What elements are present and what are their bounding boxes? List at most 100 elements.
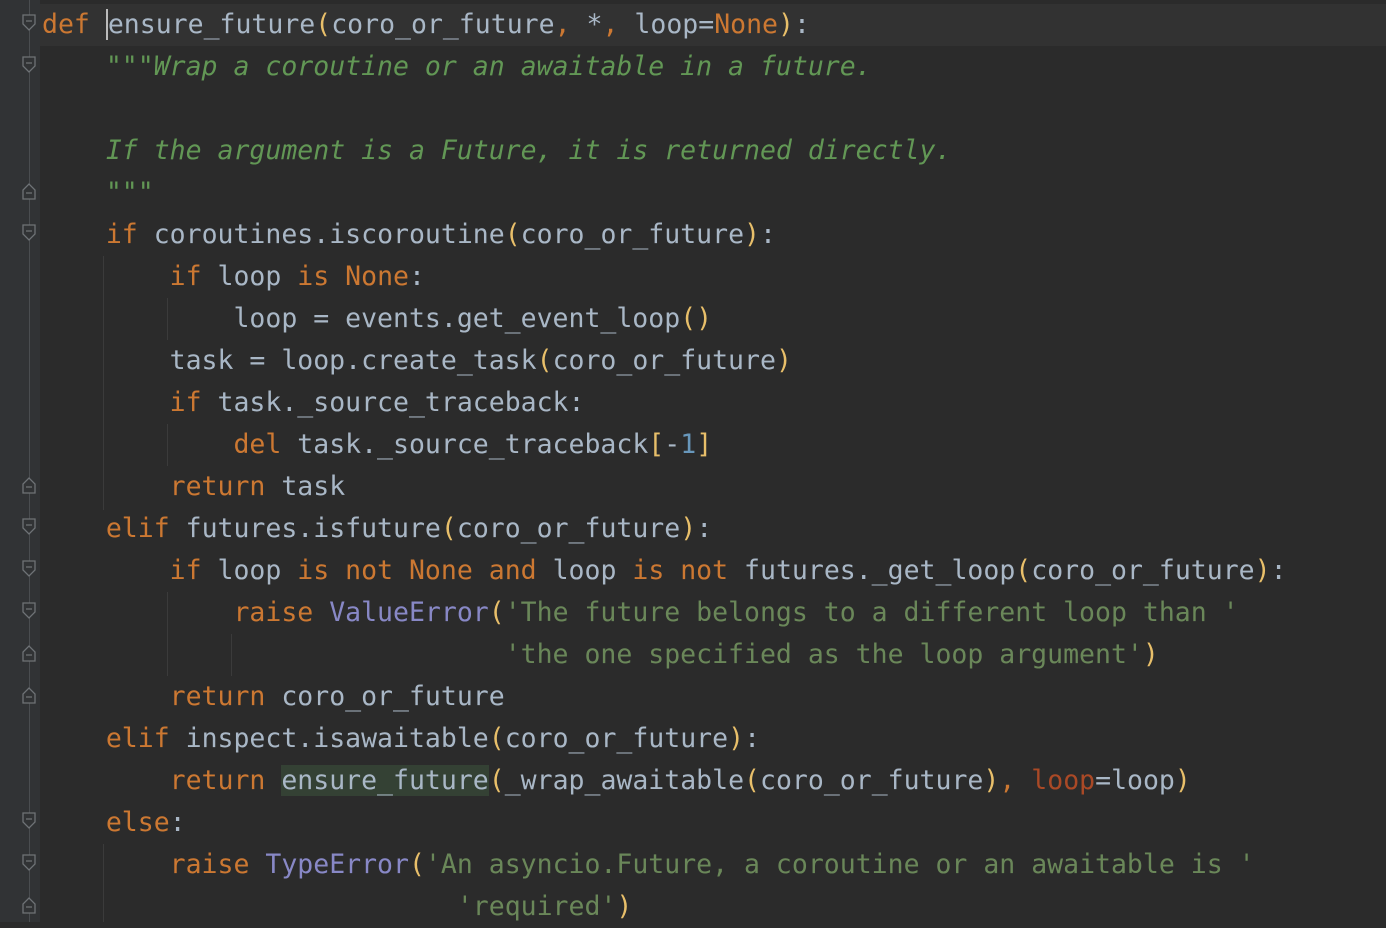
code-token: :: [408, 261, 425, 292]
code-token: if: [105, 219, 154, 250]
code-token: ): [778, 9, 794, 40]
code-token: coro_or_future: [331, 9, 555, 40]
code-line[interactable]: def ensure_future(coro_or_future, *, loo…: [42, 4, 810, 46]
code-line[interactable]: if task._source_traceback:: [42, 382, 585, 424]
code-line[interactable]: if coroutines.iscoroutine(coro_or_future…: [42, 214, 776, 256]
code-token: [: [648, 429, 665, 460]
code-line[interactable]: elif inspect.isawaitable(coro_or_future)…: [42, 718, 760, 760]
fold-collapse-icon[interactable]: [21, 56, 37, 74]
fold-end-icon[interactable]: [21, 182, 37, 200]
code-line[interactable]: return ensure_future(_wrap_awaitable(cor…: [42, 760, 1191, 802]
code-line[interactable]: raise TypeError('An asyncio.Future, a co…: [42, 844, 1255, 886]
fold-collapse-icon[interactable]: [21, 14, 37, 32]
code-token: ,: [602, 9, 635, 40]
code-token: elif: [105, 723, 186, 754]
code-token: :: [760, 219, 776, 250]
code-token: :: [744, 723, 761, 754]
code-token: =loop: [1095, 765, 1175, 796]
code-token: (: [408, 849, 425, 880]
code-token: (: [744, 765, 761, 796]
code-line[interactable]: If the argument is a Future, it is retur…: [42, 130, 952, 172]
code-token: ValueError: [329, 597, 489, 628]
fold-collapse-icon[interactable]: [21, 518, 37, 536]
code-token: (: [504, 219, 521, 250]
fold-collapse-icon[interactable]: [21, 602, 37, 620]
code-line[interactable]: 'the one specified as the loop argument'…: [42, 634, 1159, 676]
fold-end-icon[interactable]: [21, 476, 37, 494]
code-line[interactable]: return task: [42, 466, 346, 508]
fold-end-icon[interactable]: [21, 896, 37, 914]
code-line[interactable]: loop = events.get_event_loop(): [42, 298, 712, 340]
code-line[interactable]: raise ValueError('The future belongs to …: [42, 592, 1239, 634]
code-line[interactable]: """: [42, 172, 154, 214]
code-token: ): [1174, 765, 1191, 796]
fold-collapse-icon[interactable]: [21, 812, 37, 830]
code-token: return: [169, 471, 282, 502]
code-line[interactable]: if loop is None:: [42, 256, 425, 298]
code-token: 'The future belongs to a different loop …: [504, 597, 1239, 628]
code-token: """Wrap a coroutine or an awaitable in a…: [105, 51, 872, 82]
code-token: def: [42, 9, 106, 40]
code-line[interactable]: if loop is not None and loop is not futu…: [42, 550, 1287, 592]
code-token: ensure_future: [281, 765, 489, 796]
code-token: loop=: [634, 9, 715, 40]
fold-collapse-icon[interactable]: [21, 560, 37, 578]
code-token: ): [728, 723, 745, 754]
code-token: ]: [696, 429, 713, 460]
code-token: ): [680, 513, 697, 544]
code-token: inspect.isawaitable: [185, 723, 489, 754]
code-token: is not: [632, 555, 745, 586]
code-token: (: [488, 765, 505, 796]
code-token: coro_or_future: [281, 681, 505, 712]
code-token: (: [1015, 555, 1032, 586]
code-token: (: [440, 513, 457, 544]
code-token: if: [169, 387, 218, 418]
code-line[interactable]: else:: [42, 802, 186, 844]
code-token: *: [586, 9, 603, 40]
fold-end-icon[interactable]: [21, 686, 37, 704]
code-token: If the argument is a Future, it is retur…: [105, 135, 952, 166]
code-token: 'required': [456, 891, 617, 922]
code-token: futures.isfuture: [185, 513, 441, 544]
code-line[interactable]: task = loop.create_task(coro_or_future): [42, 340, 792, 382]
code-editor[interactable]: def ensure_future(coro_or_future, *, loo…: [0, 0, 1386, 922]
code-token: ): [616, 891, 633, 922]
code-token: task = loop.create_task: [42, 345, 537, 376]
code-line[interactable]: elif futures.isfuture(coro_or_future):: [42, 508, 712, 550]
code-token: raise: [233, 597, 330, 628]
code-line[interactable]: """Wrap a coroutine or an awaitable in a…: [42, 46, 872, 88]
code-token: ): [1142, 639, 1159, 670]
code-token: raise: [169, 849, 266, 880]
code-token: (: [488, 723, 505, 754]
code-token: task: [281, 471, 346, 502]
code-token: is not None and: [297, 555, 553, 586]
code-token: loop: [552, 555, 633, 586]
fold-collapse-icon[interactable]: [21, 854, 37, 872]
code-token: if: [169, 261, 218, 292]
code-token: (: [536, 345, 553, 376]
code-token: 'An asyncio.Future, a coroutine or an aw…: [424, 849, 1255, 880]
fold-end-icon[interactable]: [21, 644, 37, 662]
code-line[interactable]: return coro_or_future: [42, 676, 505, 718]
code-token: loop: [217, 555, 298, 586]
code-token: (): [680, 303, 713, 334]
code-token: ): [744, 219, 761, 250]
code-line[interactable]: del task._source_traceback[-1]: [42, 424, 712, 466]
code-token: coroutines.iscoroutine: [153, 219, 505, 250]
code-token: _wrap_awaitable: [504, 765, 745, 796]
code-token: TypeError: [265, 849, 409, 880]
code-token: else: [105, 807, 170, 838]
code-token: is None: [297, 261, 409, 292]
fold-collapse-icon[interactable]: [21, 224, 37, 242]
code-token: ,: [999, 765, 1032, 796]
code-token: (: [315, 9, 332, 40]
